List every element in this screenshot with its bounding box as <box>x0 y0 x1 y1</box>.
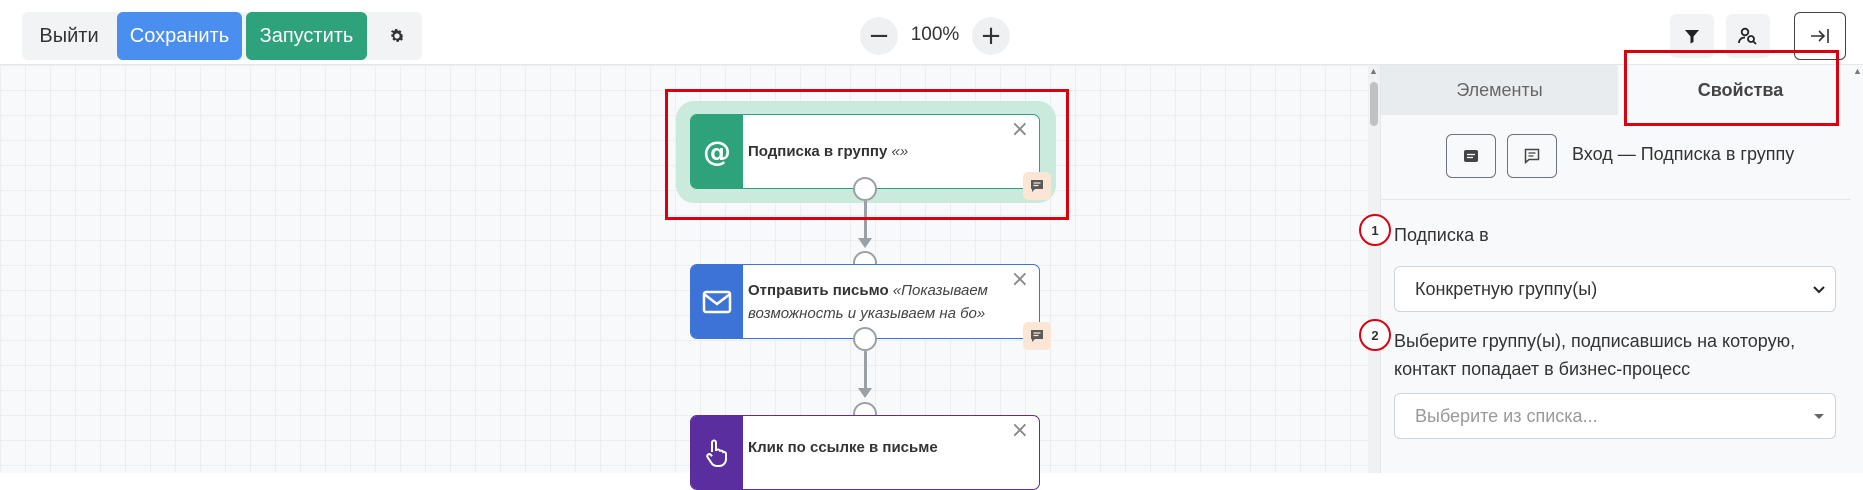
scroll-up-icon[interactable]: ▲ <box>1853 66 1862 76</box>
close-icon[interactable]: × <box>1011 420 1029 442</box>
select-placeholder: Выберите из списка... <box>1415 405 1598 426</box>
comment-button[interactable] <box>1023 322 1051 350</box>
select-value: Конкретную группу(ы) <box>1415 278 1598 299</box>
connector-line <box>864 351 867 389</box>
user-search-icon <box>1738 27 1757 45</box>
arrow-right-bar-icon <box>1811 29 1829 43</box>
comment-toggle-button[interactable] <box>1446 134 1496 178</box>
output-port[interactable] <box>853 327 877 351</box>
field-label-groups: Выберите группу(ы), подписавшись на кото… <box>1394 331 1796 379</box>
message-square-icon <box>1464 150 1478 162</box>
panel-scrollbar[interactable] <box>1851 65 1863 473</box>
workflow-node-link-click[interactable]: Клик по ссылке в письме × <box>690 415 1040 490</box>
chevron-down-icon <box>1813 286 1825 294</box>
scroll-up-icon[interactable]: ▲ <box>1369 66 1378 76</box>
exit-button[interactable]: Выйти <box>24 12 114 60</box>
envelope-icon <box>702 290 732 313</box>
connector-arrow <box>858 238 872 248</box>
node-icon-container <box>691 416 743 489</box>
highlight-properties-tab <box>1624 50 1839 126</box>
run-button[interactable]: Запустить <box>246 12 367 60</box>
step-badge: 2 <box>1359 319 1391 351</box>
zoom-level: 100% <box>910 24 960 45</box>
pointer-hand-icon <box>706 439 727 467</box>
subscription-type-select[interactable]: Конкретную группу(ы) <box>1394 266 1836 312</box>
toolbar: Выйти Сохранить Запустить − 100% + <box>0 0 1863 65</box>
connector-arrow <box>858 388 872 398</box>
node-title: Клик по ссылке в письме <box>748 438 938 456</box>
divider <box>1381 199 1863 200</box>
node-label: Отправить письмо «Показываем возможность… <box>748 265 1009 338</box>
field-label-subscription: Подписка в <box>1394 225 1489 245</box>
settings-button[interactable] <box>372 12 422 60</box>
save-button[interactable]: Сохранить <box>117 12 242 60</box>
close-icon[interactable]: × <box>1011 269 1029 291</box>
tab-elements[interactable]: Элементы <box>1381 65 1618 115</box>
canvas-scrollbar[interactable] <box>1368 65 1380 473</box>
node-icon-container <box>691 265 743 338</box>
comment-icon <box>1031 330 1043 342</box>
canvas-scrollbar-thumb[interactable] <box>1370 82 1378 126</box>
highlight-selected-node <box>665 89 1069 220</box>
gear-icon <box>390 29 405 42</box>
message-bubble-icon <box>1524 148 1540 164</box>
zoom-out-button[interactable]: − <box>860 17 898 55</box>
groups-select[interactable]: Выберите из списка... <box>1394 393 1836 439</box>
node-title: Отправить письмо <box>748 281 889 299</box>
panel-title: Вход — Подписка в группу <box>1572 144 1795 164</box>
zoom-in-button[interactable]: + <box>972 17 1010 55</box>
node-label: Клик по ссылке в письме <box>748 416 1009 478</box>
caret-down-icon <box>1814 414 1824 419</box>
properties-panel: Элементы Свойства Вход — Подписка в груп… <box>1359 65 1863 473</box>
comment-add-button[interactable] <box>1507 134 1557 178</box>
filter-icon <box>1685 30 1699 44</box>
step-badge: 1 <box>1359 214 1391 246</box>
